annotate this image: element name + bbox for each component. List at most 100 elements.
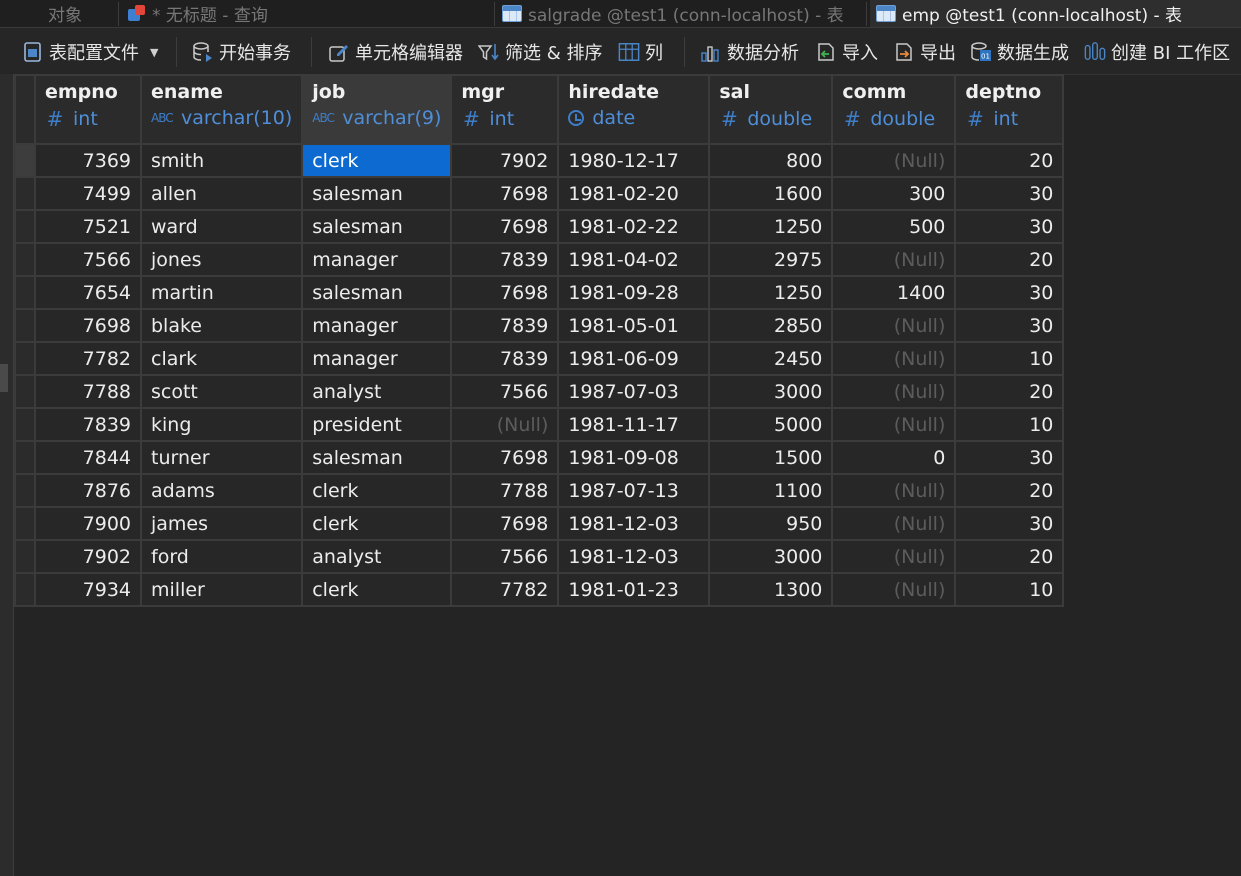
cell-empno[interactable]: 7900 <box>34 506 142 541</box>
cell-sal[interactable]: 1250 <box>708 209 834 244</box>
cell-sal[interactable]: 2450 <box>708 341 834 376</box>
cell-sal[interactable]: 1100 <box>708 473 834 508</box>
cell-ename[interactable]: martin <box>139 275 304 310</box>
column-header-job[interactable]: job ABC varchar(9) <box>301 74 453 145</box>
cell-ename[interactable]: adams <box>139 473 304 508</box>
cell-job[interactable]: salesman <box>301 176 453 211</box>
cell-comm[interactable]: (Null) <box>831 539 957 574</box>
cell-mgr[interactable]: 7566 <box>450 374 560 409</box>
cell-deptno[interactable]: 30 <box>954 308 1065 343</box>
tab-salgrade[interactable]: salgrade @test1 (conn-localhost) - 表 <box>502 0 864 27</box>
cell-empno[interactable]: 7782 <box>34 341 142 376</box>
cell-deptno[interactable]: 10 <box>954 407 1065 442</box>
cell-empno[interactable]: 7788 <box>34 374 142 409</box>
cell-comm[interactable]: (Null) <box>831 572 957 607</box>
cell-hiredate[interactable]: 1981-02-22 <box>557 209 711 244</box>
export-button[interactable]: 导出 <box>893 38 956 66</box>
cell-job[interactable]: analyst <box>301 374 453 409</box>
row-marker[interactable] <box>14 341 36 376</box>
cell-hiredate[interactable]: 1981-09-28 <box>557 275 711 310</box>
cell-sal[interactable]: 950 <box>708 506 834 541</box>
cell-ename[interactable]: smith <box>139 143 304 178</box>
cell-ename[interactable]: miller <box>139 572 304 607</box>
cell-sal[interactable]: 1500 <box>708 440 834 475</box>
cell-empno[interactable]: 7499 <box>34 176 142 211</box>
cell-sal[interactable]: 1300 <box>708 572 834 607</box>
cell-sal[interactable]: 800 <box>708 143 834 178</box>
cell-mgr[interactable]: 7782 <box>450 572 560 607</box>
cell-job[interactable]: clerk <box>301 506 453 541</box>
cell-sal[interactable]: 2850 <box>708 308 834 343</box>
create-bi-workspace-button[interactable]: 创建 BI 工作区 <box>1084 38 1230 66</box>
cell-hiredate[interactable]: 1981-04-02 <box>557 242 711 277</box>
filter-sort-button[interactable]: 筛选 & 排序 <box>478 38 602 66</box>
column-header-hiredate[interactable]: hiredate date <box>557 74 711 145</box>
table-row[interactable]: 7788 scott analyst 7566 1987-07-03 3000 (Null)… <box>14 374 1065 409</box>
row-marker[interactable] <box>14 242 36 277</box>
cell-job[interactable]: president <box>301 407 453 442</box>
row-marker[interactable] <box>14 308 36 343</box>
row-marker[interactable] <box>14 143 36 178</box>
columns-button[interactable]: 列 <box>618 38 663 66</box>
row-marker[interactable] <box>14 275 36 310</box>
cell-empno[interactable]: 7934 <box>34 572 142 607</box>
cell-mgr[interactable]: 7698 <box>450 440 560 475</box>
row-marker[interactable] <box>14 473 36 508</box>
cell-mgr[interactable]: 7839 <box>450 341 560 376</box>
table-row[interactable]: 7369 smith clerk 7902 1980-12-17 800 (Null) 20 <box>14 143 1065 178</box>
cell-comm[interactable]: 500 <box>831 209 957 244</box>
column-header-ename[interactable]: ename ABC varchar(10) <box>139 74 304 145</box>
cell-job[interactable]: analyst <box>301 539 453 574</box>
cell-ename[interactable]: jones <box>139 242 304 277</box>
cell-hiredate[interactable]: 1981-11-17 <box>557 407 711 442</box>
cell-hiredate[interactable]: 1981-06-09 <box>557 341 711 376</box>
cell-empno[interactable]: 7566 <box>34 242 142 277</box>
cell-hiredate[interactable]: 1981-12-03 <box>557 539 711 574</box>
cell-hiredate[interactable]: 1981-12-03 <box>557 506 711 541</box>
table-row[interactable]: 7839 king president (Null) 1981-11-17 5000 (Nu… <box>14 407 1065 442</box>
cell-deptno[interactable]: 20 <box>954 473 1065 508</box>
cell-comm[interactable]: (Null) <box>831 143 957 178</box>
table-row[interactable]: 7782 clark manager 7839 1981-06-09 2450 (Null)… <box>14 341 1065 376</box>
cell-sal[interactable]: 1250 <box>708 275 834 310</box>
row-marker[interactable] <box>14 506 36 541</box>
cell-ename[interactable]: scott <box>139 374 304 409</box>
cell-deptno[interactable]: 10 <box>954 572 1065 607</box>
cell-hiredate[interactable]: 1987-07-03 <box>557 374 711 409</box>
cell-comm[interactable]: (Null) <box>831 308 957 343</box>
column-header-sal[interactable]: sal # double <box>708 74 834 145</box>
row-marker[interactable] <box>14 176 36 211</box>
cell-deptno[interactable]: 30 <box>954 440 1065 475</box>
cell-mgr[interactable]: 7839 <box>450 308 560 343</box>
cell-ename[interactable]: king <box>139 407 304 442</box>
cell-mgr[interactable]: (Null) <box>450 407 560 442</box>
table-row[interactable]: 7900 james clerk 7698 1981-12-03 950 (Null) 30 <box>14 506 1065 541</box>
cell-comm[interactable]: 0 <box>831 440 957 475</box>
cell-job[interactable]: salesman <box>301 209 453 244</box>
cell-deptno[interactable]: 30 <box>954 176 1065 211</box>
chevron-down-icon[interactable]: ▼ <box>150 46 158 59</box>
table-row[interactable]: 7698 blake manager 7839 1981-05-01 2850 (Null)… <box>14 308 1065 343</box>
cell-mgr[interactable]: 7698 <box>450 176 560 211</box>
cell-deptno[interactable]: 10 <box>954 341 1065 376</box>
cell-sal[interactable]: 5000 <box>708 407 834 442</box>
table-row[interactable]: 7499 allen salesman 7698 1981-02-20 1600 300 30 <box>14 176 1065 211</box>
cell-job[interactable]: clerk <box>301 143 453 178</box>
cell-deptno[interactable]: 20 <box>954 242 1065 277</box>
cell-editor-button[interactable]: 单元格编辑器 <box>328 38 463 66</box>
cell-deptno[interactable]: 30 <box>954 506 1065 541</box>
table-row[interactable]: 7844 turner salesman 7698 1981-09-08 1500 0 30 <box>14 440 1065 475</box>
cell-mgr[interactable]: 7698 <box>450 275 560 310</box>
cell-comm[interactable]: (Null) <box>831 407 957 442</box>
column-header-mgr[interactable]: mgr # int <box>450 74 560 145</box>
cell-comm[interactable]: 1400 <box>831 275 957 310</box>
column-header-comm[interactable]: comm # double <box>831 74 957 145</box>
cell-comm[interactable]: (Null) <box>831 341 957 376</box>
row-marker[interactable] <box>14 572 36 607</box>
cell-job[interactable]: manager <box>301 308 453 343</box>
column-header-empno[interactable]: empno # int <box>34 74 142 145</box>
cell-hiredate[interactable]: 1981-02-20 <box>557 176 711 211</box>
cell-comm[interactable]: (Null) <box>831 473 957 508</box>
data-analysis-button[interactable]: 数据分析 <box>700 38 799 66</box>
cell-empno[interactable]: 7876 <box>34 473 142 508</box>
